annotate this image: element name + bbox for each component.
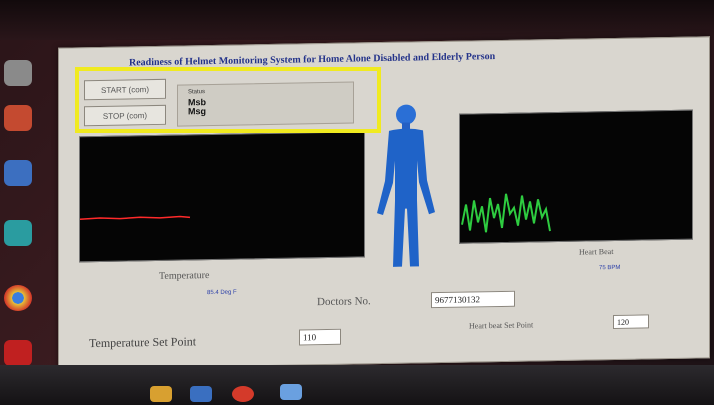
taskbar-folder-icon[interactable] — [150, 386, 172, 402]
desktop-icon-folder[interactable] — [4, 105, 32, 131]
temperature-set-point-label: Temperature Set Point — [89, 334, 197, 351]
temperature-value: 85.4 Deg F — [207, 289, 237, 297]
doctors-number-label: Doctors No. — [317, 295, 371, 309]
temperature-set-point-field[interactable]: 110 — [299, 328, 341, 346]
taskbar-chrome-icon[interactable] — [232, 386, 254, 402]
heart-beat-plot — [459, 109, 693, 244]
heart-beat-label: Heart Beat — [579, 246, 614, 257]
chrome-icon[interactable] — [4, 285, 32, 311]
temperature-label: Temperature — [159, 270, 210, 282]
temperature-trace — [79, 215, 191, 221]
doctors-number-field[interactable]: 9677130132 — [431, 290, 515, 309]
desktop-icon-teal[interactable] — [4, 220, 32, 246]
desktop-icon-network[interactable] — [4, 160, 32, 186]
taskbar — [0, 365, 714, 405]
temperature-plot — [79, 131, 365, 263]
taskbar-mail-icon[interactable] — [190, 386, 212, 402]
heart-beat-value: 75 BPM — [599, 264, 621, 272]
heart-trace-svg — [461, 193, 551, 233]
heart-set-point-label: Heart beat Set Point — [469, 320, 534, 331]
desktop-icon-app[interactable] — [4, 60, 32, 86]
heart-set-point-field[interactable]: 120 — [613, 314, 649, 330]
monitor-bezel-top — [0, 0, 714, 40]
desktop-icon-red[interactable] — [4, 340, 32, 366]
heart-trace — [461, 193, 551, 233]
window-title: Readiness of Helmet Monitoring System fo… — [129, 51, 496, 69]
temperature-trace-svg — [79, 215, 191, 221]
highlight-box — [75, 67, 381, 133]
taskbar-app-icon[interactable] — [280, 384, 302, 400]
